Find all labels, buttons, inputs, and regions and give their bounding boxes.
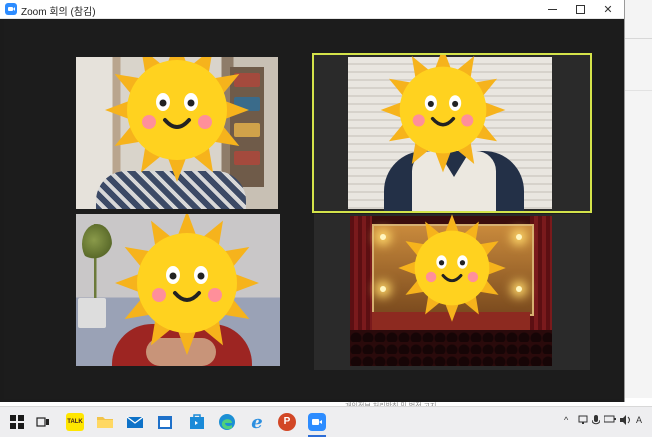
sun-face-mask-icon — [380, 55, 506, 173]
zoom-icon[interactable] — [306, 411, 328, 437]
window-title: Zoom 회의 (참김) — [21, 7, 96, 18]
close-icon: ✕ — [603, 3, 613, 16]
mail-icon[interactable] — [124, 411, 146, 433]
background-divider — [624, 38, 652, 39]
background-browser-page — [624, 0, 652, 404]
ime-indicator[interactable]: A — [636, 415, 642, 425]
battery-icon[interactable] — [603, 415, 616, 425]
sun-face-mask-icon — [115, 214, 259, 355]
minimize-button[interactable] — [538, 0, 566, 18]
close-button[interactable]: ✕ — [594, 0, 622, 18]
background-divider — [624, 90, 652, 91]
plant-pot — [78, 298, 106, 328]
ie-icon[interactable]: e — [246, 411, 268, 433]
theater-audience — [350, 330, 552, 366]
volume-icon[interactable] — [620, 415, 631, 427]
minimize-icon — [547, 8, 557, 10]
tray-chevron-icon[interactable]: ^ — [564, 415, 568, 425]
participant-video-tile[interactable] — [76, 57, 278, 209]
kakaotalk-icon[interactable]: TALK — [64, 411, 86, 433]
file-explorer-icon[interactable] — [94, 411, 116, 433]
video-gallery — [4, 19, 622, 399]
windows-taskbar: TALK e P ^ A — [0, 406, 652, 437]
microphone-icon[interactable] — [591, 415, 601, 429]
sun-face-mask-icon — [105, 57, 249, 182]
calendar-icon[interactable] — [154, 411, 176, 433]
participant-video-tile[interactable] — [76, 214, 280, 366]
sun-face-mask-icon — [398, 214, 506, 322]
powerpoint-icon[interactable]: P — [276, 411, 298, 433]
network-icon[interactable] — [578, 415, 588, 427]
participant-video-tile[interactable] — [314, 214, 590, 370]
store-icon[interactable] — [186, 411, 208, 433]
kakaotalk-label: TALK — [66, 413, 84, 431]
maximize-button[interactable] — [566, 0, 594, 18]
bamboo-plant — [82, 224, 112, 304]
maximize-icon — [575, 4, 585, 14]
zoom-meeting-window: Zoom 회의 (참김) ✕ — [0, 0, 624, 402]
zoom-app-icon — [5, 3, 17, 15]
task-view-icon[interactable] — [32, 411, 54, 433]
window-titlebar[interactable]: Zoom 회의 (참김) ✕ — [0, 0, 624, 19]
windows-start-icon[interactable] — [6, 411, 28, 433]
active-speaker-video-tile[interactable] — [312, 53, 592, 213]
powerpoint-label: P — [278, 413, 296, 431]
edge-icon[interactable] — [216, 411, 238, 433]
